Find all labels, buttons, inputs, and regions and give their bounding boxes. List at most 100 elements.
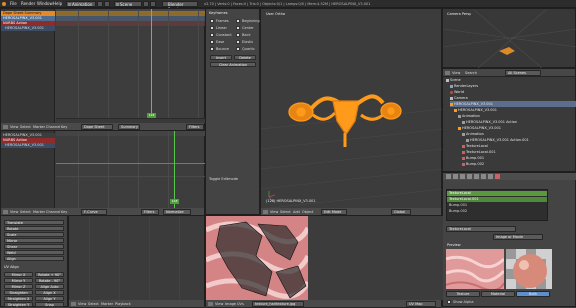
- constant-checkbox[interactable]: [210, 33, 214, 37]
- uv-prop-button[interactable]: Align Auto: [35, 284, 64, 289]
- quartic-checkbox[interactable]: [236, 47, 240, 51]
- scene-tab-icon[interactable]: [453, 174, 458, 179]
- rotate-button[interactable]: Rotate: [4, 226, 64, 231]
- bounce-checkbox[interactable]: [210, 47, 214, 51]
- texture-type-selector[interactable]: Image or Movie: [493, 234, 543, 240]
- elastic-checkbox[interactable]: [236, 40, 240, 44]
- add-scene-button[interactable]: [143, 1, 149, 7]
- menu-select[interactable]: Select: [20, 210, 31, 214]
- channel-sub[interactable]: HEROSALPINX_V3.001: [1, 26, 55, 31]
- toggle-editmode-label[interactable]: Toggle Editmode: [209, 177, 238, 181]
- scale-button[interactable]: Scale: [4, 232, 64, 237]
- menu-marker[interactable]: Marker: [33, 125, 45, 129]
- weld-button[interactable]: Weld: [4, 250, 64, 255]
- frames-checkbox[interactable]: [210, 19, 214, 23]
- texture-slot[interactable]: Bump.002: [447, 209, 547, 214]
- menu-view[interactable]: View: [452, 71, 460, 75]
- back-checkbox[interactable]: [236, 33, 240, 37]
- menu-view[interactable]: View: [78, 302, 86, 306]
- uv-align-section[interactable]: UV Align: [4, 265, 19, 269]
- uv-canvas[interactable]: [206, 216, 443, 300]
- uv-map-selector[interactable]: UV Map: [406, 301, 436, 307]
- menu-view[interactable]: View: [270, 210, 278, 214]
- uv-prop-button[interactable]: Rotate - 90°: [35, 278, 64, 283]
- editor-type-icon[interactable]: [3, 125, 8, 129]
- translate-button[interactable]: Translate: [4, 220, 64, 225]
- uv-prop-button[interactable]: Mirror Y: [4, 278, 33, 283]
- uv-prop-button[interactable]: Mirror Z: [4, 284, 33, 289]
- menu-view[interactable]: View: [10, 210, 18, 214]
- menu-select[interactable]: Select: [20, 125, 31, 129]
- align-button[interactable]: Align: [4, 256, 64, 261]
- menu-view[interactable]: View: [10, 125, 18, 129]
- texture-slot-selected[interactable]: TextureLocal: [447, 191, 547, 196]
- menu-search[interactable]: Search: [465, 71, 477, 75]
- menu-window[interactable]: Window: [37, 1, 53, 7]
- menu-marker[interactable]: Marker: [101, 302, 113, 306]
- uv-prop-button[interactable]: Mirror X: [4, 272, 33, 277]
- menu-image[interactable]: Image: [225, 302, 236, 306]
- texture-slot[interactable]: TextureLocal.001: [447, 197, 547, 202]
- uv-prop-button[interactable]: Rotate + 90°: [35, 272, 64, 277]
- layout-selector[interactable]: Animation: [66, 1, 96, 7]
- current-frame-indicator[interactable]: 128: [170, 199, 179, 204]
- graph-area[interactable]: 128: [56, 131, 206, 208]
- viewport-canvas[interactable]: [261, 9, 443, 216]
- menu-view[interactable]: View: [215, 302, 223, 306]
- menu-marker[interactable]: Marker: [33, 210, 45, 214]
- dopesheet-editor-top[interactable]: Dope Sheet Summary HEROSALPINX_V3.001 NU…: [0, 8, 206, 131]
- ease-checkbox[interactable]: [210, 40, 214, 44]
- material-tab-icon[interactable]: [488, 174, 493, 179]
- menu-channel[interactable]: Channel: [46, 125, 60, 129]
- uv-prop-button[interactable]: Snap: [35, 302, 64, 307]
- scene-selector[interactable]: Scene: [114, 1, 142, 7]
- object-tab-icon[interactable]: [467, 174, 472, 179]
- timeline-area[interactable]: [69, 216, 206, 300]
- camera-view[interactable]: Camera Persp: [442, 8, 576, 69]
- editor-type-icon[interactable]: [445, 71, 450, 75]
- editor-type-icon[interactable]: [71, 302, 76, 306]
- dopesheet-timeline-area[interactable]: 128: [56, 9, 206, 123]
- uv-prop-button[interactable]: Straighten Y: [4, 302, 33, 307]
- menu-playback[interactable]: Playback: [115, 302, 131, 306]
- uv-prop-button[interactable]: Straighten X: [4, 296, 33, 301]
- delete-button[interactable]: Delete: [234, 55, 256, 60]
- menu-channel[interactable]: Channel: [46, 210, 60, 214]
- uv-prop-button[interactable]: Straighten: [4, 290, 33, 295]
- menu-select[interactable]: Select: [280, 210, 291, 214]
- menu-select[interactable]: Select: [88, 302, 99, 306]
- remove-scene-button[interactable]: [150, 1, 156, 7]
- render-engine-selector[interactable]: Blender Render: [162, 1, 198, 12]
- texture-slot[interactable]: Bump.001: [447, 203, 547, 208]
- menu-uvs[interactable]: UVs: [237, 302, 244, 306]
- world-tab-icon[interactable]: [460, 174, 465, 179]
- insert-button[interactable]: Insert: [210, 55, 232, 60]
- show-alpha-checkbox[interactable]: [447, 300, 451, 304]
- editor-type-icon[interactable]: [208, 302, 213, 306]
- image-selector[interactable]: texture_hairtexture.jpg: [252, 301, 304, 307]
- center-checkbox[interactable]: [236, 26, 240, 30]
- outliner-row[interactable]: Bump.002: [462, 161, 484, 167]
- current-frame-line[interactable]: [151, 9, 152, 123]
- tab-material[interactable]: Material: [481, 291, 515, 297]
- menu-key[interactable]: Key: [61, 125, 67, 129]
- graph-editor[interactable]: HEROSALPINX_V3.001 NURBS Action HEROSALP…: [0, 130, 206, 216]
- display-mode-selector[interactable]: All Scenes: [505, 70, 541, 76]
- uv-image-editor[interactable]: View Image UVs texture_hairtexture.jpg U…: [205, 215, 443, 308]
- texture-name-field[interactable]: TextureLocal: [446, 226, 516, 232]
- editor-type-icon[interactable]: [263, 210, 268, 214]
- tab-both[interactable]: Both: [516, 291, 550, 297]
- current-frame-line[interactable]: [174, 131, 175, 208]
- tab-texture[interactable]: Texture: [446, 291, 480, 297]
- menu-key[interactable]: Key: [61, 210, 67, 214]
- menu-render[interactable]: Render: [21, 1, 35, 7]
- channel-sub[interactable]: HEROSALPINX_V3.001: [1, 143, 55, 148]
- editor-type-icon[interactable]: [3, 210, 8, 214]
- shear-button[interactable]: Shear: [4, 244, 64, 249]
- texture-tab-icon[interactable]: [495, 174, 500, 179]
- texture-slot-list[interactable]: TextureLocal TextureLocal.001 Bump.001 B…: [446, 189, 548, 221]
- menu-object[interactable]: Object: [302, 210, 313, 214]
- beginning-checkbox[interactable]: [236, 19, 240, 23]
- fcurve-line[interactable]: [56, 163, 206, 164]
- clear-animation-button[interactable]: Clear Animation: [210, 62, 256, 67]
